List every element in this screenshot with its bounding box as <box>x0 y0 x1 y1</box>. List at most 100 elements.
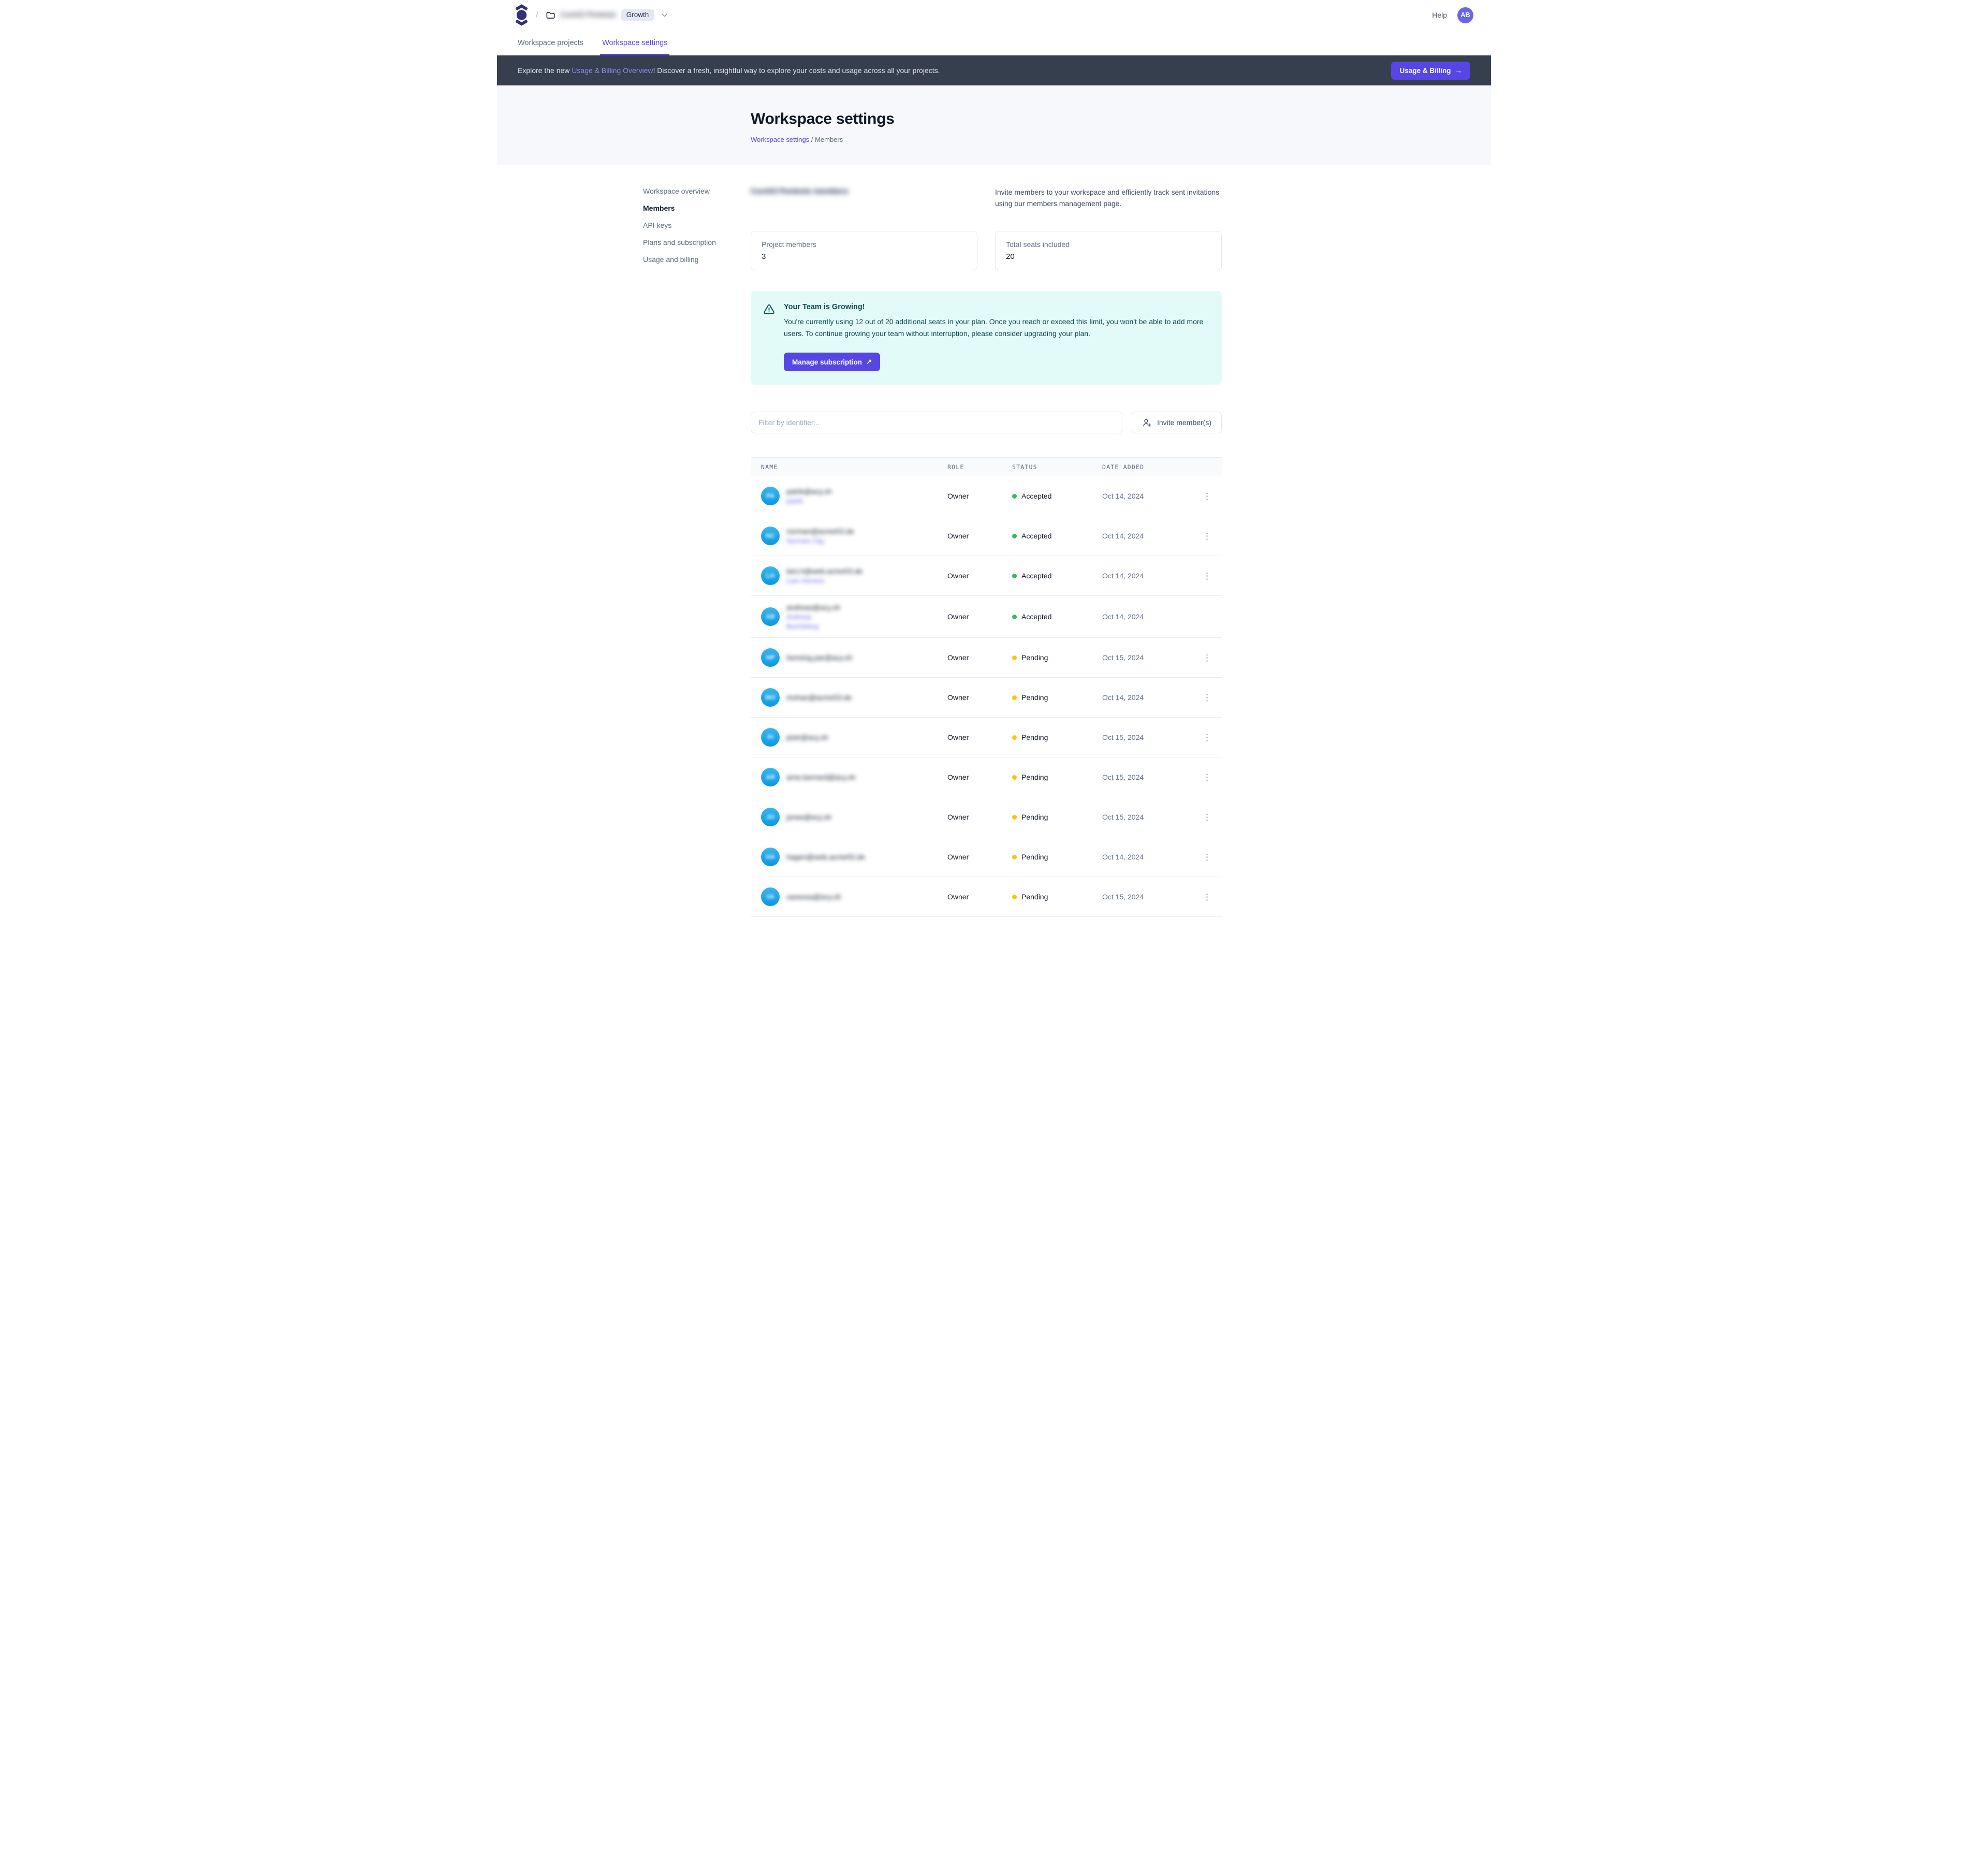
table-row: MOmohan@acme53.deOwnerPendingOct 14, 202… <box>751 678 1222 718</box>
member-email: patrik@acy.sh <box>786 487 832 495</box>
usage-billing-button[interactable]: Usage & Billing → <box>1391 62 1470 80</box>
stat-label: Project members <box>762 240 967 249</box>
usage-billing-overview-link[interactable]: Usage & Billing Overview <box>572 66 653 75</box>
members-section-heading: Cure53 Pentests members <box>751 187 848 196</box>
member-date-added: Oct 15, 2024 <box>1102 813 1191 821</box>
avatar-initials: HP <box>766 654 775 661</box>
table-row: JOjonas@acy.shOwnerPendingOct 15, 2024⋮ <box>751 797 1222 837</box>
member-avatar: NC <box>761 527 780 545</box>
member-email: mohan@acme53.de <box>786 693 852 702</box>
member-name-link[interactable]: Norman Clig <box>786 537 854 545</box>
row-menu-button[interactable]: ⋮ <box>1191 773 1211 782</box>
alert-title: Your Team is Growing! <box>784 303 1209 311</box>
row-menu-button[interactable]: ⋮ <box>1191 572 1211 580</box>
avatar-initials: LH <box>766 572 774 579</box>
row-menu-button[interactable]: ⋮ <box>1191 492 1211 501</box>
col-role: ROLE <box>947 463 1012 471</box>
member-role: Owner <box>947 532 1012 540</box>
status-dot <box>1012 815 1017 820</box>
member-avatar: MO <box>761 688 780 707</box>
row-menu-button[interactable]: ⋮ <box>1191 893 1211 901</box>
sidebar-item-workspace-overview[interactable]: Workspace overview <box>643 187 751 195</box>
table-row: ARarne.bernard@acy.shOwnerPendingOct 15,… <box>751 757 1222 797</box>
col-status: STATUS <box>1012 463 1102 471</box>
status-dot <box>1012 775 1017 780</box>
plan-badge: Growth <box>621 9 655 21</box>
row-menu-button[interactable]: ⋮ <box>1191 653 1211 662</box>
member-role: Owner <box>947 492 1012 500</box>
member-status: Accepted <box>1021 492 1051 500</box>
avatar-initials: NC <box>766 532 774 540</box>
page-header: Workspace settings Workspace settings / … <box>497 85 1491 165</box>
member-avatar: LH <box>761 566 780 585</box>
table-row: VAvanessa@acy.shOwnerPendingOct 15, 2024… <box>751 877 1222 917</box>
table-row: PApatrik@acy.shpatrikOwnerAcceptedOct 14… <box>751 476 1222 516</box>
row-menu-button[interactable]: ⋮ <box>1191 853 1211 862</box>
avatar-initials: HA <box>766 853 774 861</box>
status-dot <box>1012 695 1017 700</box>
sidebar-item-members[interactable]: Members <box>643 204 751 212</box>
filter-input[interactable] <box>751 412 1122 433</box>
page-title: Workspace settings <box>751 110 1491 128</box>
avatar-initials: AB <box>766 613 774 620</box>
invite-members-button[interactable]: Invite member(s) <box>1132 412 1222 433</box>
member-name-link[interactable]: Lars Herrera <box>786 577 863 585</box>
kebab-icon: ⋮ <box>1203 852 1211 862</box>
app-logo-icon[interactable] <box>515 4 529 26</box>
invite-hint-text: Invite members to your workspace and eff… <box>995 187 1222 209</box>
breadcrumb: Workspace settings / Members <box>751 136 1491 143</box>
member-status: Accepted <box>1021 532 1051 540</box>
kebab-icon: ⋮ <box>1203 531 1211 541</box>
member-status: Pending <box>1021 733 1048 741</box>
member-date-added: Oct 14, 2024 <box>1102 853 1191 861</box>
member-date-added: Oct 15, 2024 <box>1102 653 1191 662</box>
avatar-initials: MO <box>765 694 775 701</box>
user-avatar[interactable]: AB <box>1457 7 1473 23</box>
sidebar-item-plans-subscription[interactable]: Plans and subscription <box>643 238 751 246</box>
member-name-link[interactable]: patrik <box>786 497 832 505</box>
member-email: andreas@acy.sh <box>786 603 840 611</box>
member-date-added: Oct 14, 2024 <box>1102 613 1191 621</box>
sidebar-item-api-keys[interactable]: API keys <box>643 221 751 229</box>
member-email: arne.bernard@acy.sh <box>786 773 856 781</box>
stat-value: 3 <box>762 252 967 261</box>
member-avatar: HA <box>761 848 780 866</box>
member-status: Accepted <box>1021 613 1051 621</box>
member-name-link[interactable]: Buchsberg <box>786 622 840 630</box>
member-email: jonas@acy.sh <box>786 813 831 821</box>
table-row: ABandreas@acy.shAndreasBuchsbergOwnerAcc… <box>751 596 1222 638</box>
kebab-icon: ⋮ <box>1203 772 1211 782</box>
sidebar-item-usage-billing[interactable]: Usage and billing <box>643 255 751 264</box>
member-avatar: PI <box>761 728 780 747</box>
kebab-icon: ⋮ <box>1203 812 1211 822</box>
tab-workspace-settings[interactable]: Workspace settings <box>602 30 667 55</box>
kebab-icon: ⋮ <box>1203 653 1211 663</box>
workspace-switcher[interactable]: Cure53 Pentests Growth <box>546 9 669 21</box>
row-menu-button[interactable]: ⋮ <box>1191 693 1211 702</box>
row-menu-button[interactable]: ⋮ <box>1191 733 1211 742</box>
workspace-tabs: Workspace projects Workspace settings <box>497 30 1491 55</box>
row-menu-button[interactable]: ⋮ <box>1191 532 1211 541</box>
stat-card-total-seats: Total seats included 20 <box>995 231 1222 270</box>
breadcrumb-separator: / <box>536 10 538 20</box>
col-date-added: DATE ADDED <box>1102 463 1191 471</box>
folder-icon <box>546 10 556 20</box>
member-status: Accepted <box>1021 572 1051 580</box>
member-email: lars.h@web.acme53.de <box>786 567 863 575</box>
chevron-down-icon[interactable] <box>660 11 669 20</box>
member-status: Pending <box>1021 813 1048 821</box>
member-email: piotr@acy.sh <box>786 733 828 741</box>
table-row: PIpiotr@acy.shOwnerPendingOct 15, 2024⋮ <box>751 718 1222 757</box>
table-row: LHlars.h@web.acme53.deLars HerreraOwnerA… <box>751 556 1222 596</box>
kebab-icon: ⋮ <box>1203 491 1211 501</box>
kebab-icon: ⋮ <box>1203 733 1211 742</box>
row-menu-button[interactable]: ⋮ <box>1191 813 1211 822</box>
breadcrumb-workspace-settings-link[interactable]: Workspace settings <box>751 136 809 143</box>
member-name-link[interactable]: Andreas <box>786 613 840 621</box>
table-row: HAhagen@web.acme53.deOwnerPendingOct 14,… <box>751 837 1222 877</box>
team-growing-alert: Your Team is Growing! You're currently u… <box>751 291 1222 385</box>
tab-workspace-projects[interactable]: Workspace projects <box>518 30 583 55</box>
manage-subscription-button[interactable]: Manage subscription ↗ <box>784 353 880 371</box>
member-role: Owner <box>947 893 1012 901</box>
help-link[interactable]: Help <box>1432 11 1447 19</box>
